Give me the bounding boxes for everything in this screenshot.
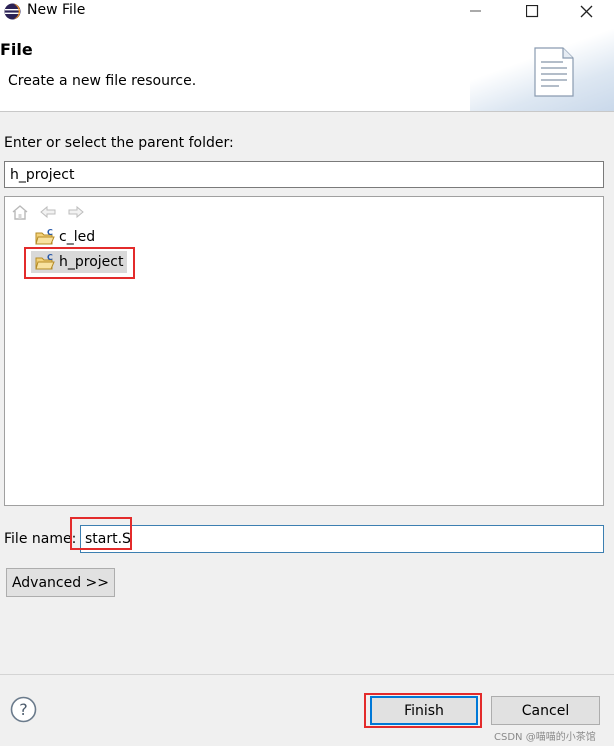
close-icon	[580, 5, 592, 17]
help-icon[interactable]: ?	[10, 696, 37, 723]
finish-button[interactable]: Finish	[370, 696, 478, 725]
maximize-icon	[525, 4, 538, 17]
cancel-button[interactable]: Cancel	[491, 696, 600, 725]
advanced-button[interactable]: Advanced >>	[6, 568, 115, 597]
help-glyph: ?	[19, 700, 28, 719]
new-file-banner-icon	[534, 47, 574, 97]
page-description: Create a new file resource.	[8, 73, 197, 89]
svg-text:C: C	[47, 253, 53, 262]
tree-item-label: h_project	[59, 254, 124, 270]
maximize-button[interactable]	[512, 0, 552, 22]
close-button[interactable]	[566, 0, 606, 22]
svg-text:C: C	[47, 228, 53, 237]
tree-item-c-led[interactable]: C c_led	[31, 226, 99, 248]
home-icon[interactable]	[11, 204, 29, 220]
parent-folder-input[interactable]	[4, 161, 604, 188]
file-name-input[interactable]	[80, 525, 604, 553]
back-arrow-icon[interactable]	[39, 204, 57, 220]
minimize-button[interactable]	[456, 0, 496, 22]
page-title: File	[0, 40, 33, 59]
tree-item-label: c_led	[59, 229, 96, 245]
title-bar: New File	[0, 0, 614, 24]
forward-arrow-icon[interactable]	[67, 204, 85, 220]
parent-folder-label: Enter or select the parent folder:	[4, 135, 234, 151]
wizard-header: File Create a new file resource.	[0, 24, 614, 112]
c-project-folder-icon: C	[35, 253, 55, 270]
minimize-icon	[470, 10, 481, 12]
folder-tree[interactable]: C c_led C h_project	[4, 196, 604, 506]
watermark-text: CSDN @喵喵的小茶馆	[494, 732, 596, 743]
window-title: New File	[27, 2, 86, 18]
eclipse-logo-icon	[4, 3, 21, 20]
c-project-folder-icon: C	[35, 228, 55, 245]
tree-item-h-project[interactable]: C h_project	[31, 251, 128, 273]
file-name-label: File name:	[4, 531, 77, 547]
footer-separator	[0, 674, 614, 675]
